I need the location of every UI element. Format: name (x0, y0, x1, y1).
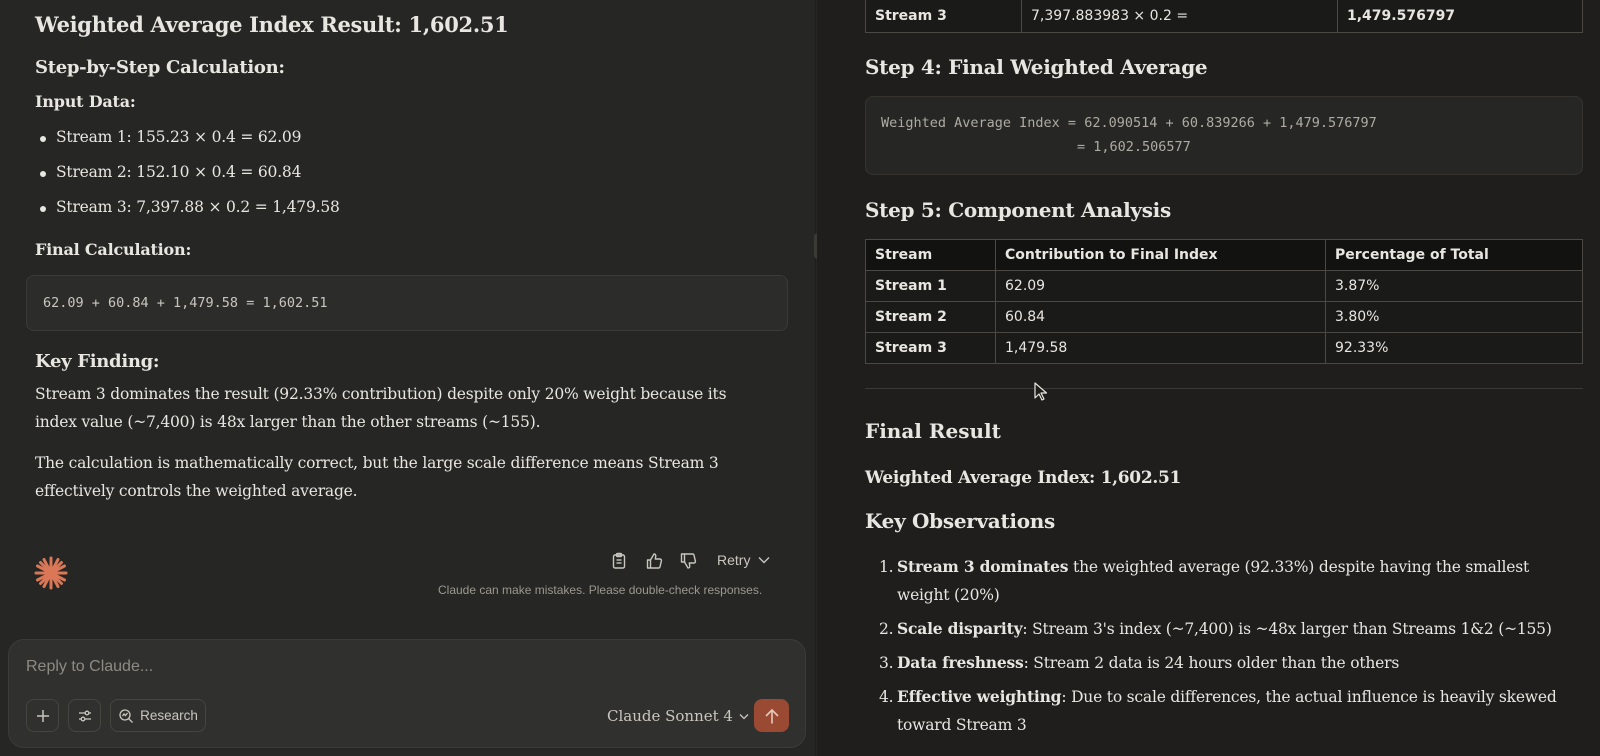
list-item: Stream 2: 152.10 × 0.4 = 60.84 (35, 163, 340, 198)
list-item: 4. Effective weighting: Due to scale diff… (867, 683, 1577, 739)
weighted-average-label: Weighted Average Index: 1,602.51 (865, 468, 1182, 488)
table-cell: Stream 3 (865, 0, 1022, 33)
table-cell: 3.80% (1325, 301, 1583, 333)
table-cell: Stream 3 (865, 332, 996, 364)
table-cell: 62.09 (995, 270, 1326, 302)
divider-line (865, 388, 1583, 389)
observations-heading: Key Observations (865, 509, 1055, 533)
final-result-heading: Final Result (865, 419, 1001, 443)
paragraph: The calculation is mathematically correc… (35, 454, 719, 500)
key-finding-heading: Key Finding: (35, 351, 160, 372)
table-cell: Stream 1 (865, 270, 996, 302)
retry-button[interactable]: Retry (717, 552, 770, 568)
pane-divider (815, 0, 816, 756)
research-icon (119, 708, 134, 723)
code-line: Weighted Average Index = 62.090514 + 60.… (881, 115, 1377, 131)
table-cell: 92.33% (1325, 332, 1583, 364)
column-header: Percentage of Total (1325, 239, 1583, 271)
research-button[interactable]: Research (110, 699, 206, 732)
list-item-bold: Stream 3 dominates (897, 557, 1069, 576)
list-item: Stream 3: 7,397.88 × 0.2 = 1,479.58 (35, 198, 340, 233)
list-number: 3. (879, 654, 894, 672)
column-header: Contribution to Final Index (995, 239, 1326, 271)
chevron-down-icon (739, 713, 749, 719)
claude-logo-icon (34, 556, 68, 590)
code-text: 62.09 + 60.84 + 1,479.58 = 1,602.51 (43, 295, 328, 311)
reply-composer: Reply to Claude... Research Claude Sonne… (8, 639, 806, 748)
list-item-bold: Scale disparity (897, 619, 1023, 638)
thumbs-down-icon[interactable] (677, 550, 699, 572)
list-number: 4. (879, 688, 894, 706)
step4-heading: Step 4: Final Weighted Average (865, 55, 1208, 79)
table-cell: 1,479.58 (995, 332, 1326, 364)
list-number: 1. (879, 558, 894, 576)
code-line: = 1,602.506577 (1077, 139, 1191, 155)
model-label: Claude Sonnet 4 (607, 707, 733, 725)
retry-label: Retry (717, 552, 751, 568)
list-item-bold: Data freshness (897, 653, 1024, 672)
list-item-text: : Stream 3's index (~7,400) is ~48x larg… (1022, 620, 1552, 638)
arrow-up-icon (765, 708, 778, 724)
sliders-icon (78, 710, 91, 721)
table-cell: 7,397.883983 × 0.2 = (1021, 0, 1338, 33)
plus-icon (36, 709, 49, 722)
step5-heading: Step 5: Component Analysis (865, 198, 1171, 222)
component-table: Stream Contribution to Final Index Perce… (865, 239, 1583, 364)
final-calc-heading: Final Calculation: (35, 240, 192, 259)
send-button[interactable] (754, 699, 789, 732)
model-selector[interactable]: Claude Sonnet 4 (607, 707, 749, 725)
list-item: 3. Data freshness: Stream 2 data is 24 ho… (867, 649, 1577, 677)
code-block: Weighted Average Index = 62.090514 + 60.… (865, 96, 1583, 175)
tools-button[interactable] (68, 699, 101, 732)
table-row: Stream 3 1,479.58 92.33% (865, 332, 1583, 364)
weighted-table: Stream 3 7,397.883983 × 0.2 = 1,479.5767… (865, 0, 1583, 33)
table-row: Stream 3 7,397.883983 × 0.2 = 1,479.5767… (865, 0, 1583, 33)
list-number: 2. (879, 620, 894, 638)
list-item-bold: Effective weighting (897, 687, 1062, 706)
list-item: Stream 1: 155.23 × 0.4 = 62.09 (35, 128, 340, 163)
table-cell: 60.84 (995, 301, 1326, 333)
input-list: Stream 1: 155.23 × 0.4 = 62.09 Stream 2:… (35, 128, 340, 233)
table-cell: 3.87% (1325, 270, 1583, 302)
observations-list: 1. Stream 3 dominates the weighted averag… (867, 553, 1577, 745)
clipboard-icon[interactable] (608, 550, 630, 572)
chevron-down-icon (758, 557, 770, 564)
table-row: Stream 1 62.09 3.87% (865, 270, 1583, 302)
table-cell: Stream 2 (865, 301, 996, 333)
chat-pane: Weighted Average Index Result: 1,602.51 … (0, 0, 815, 756)
table-row: Stream 2 60.84 3.80% (865, 301, 1583, 333)
input-heading: Input Data: (35, 92, 136, 111)
list-item: 2. Scale disparity: Stream 3's index (~7,… (867, 615, 1577, 643)
thumbs-up-icon[interactable] (643, 550, 665, 572)
table-header-row: Stream Contribution to Final Index Perce… (865, 239, 1583, 271)
list-item: 1. Stream 3 dominates the weighted averag… (867, 553, 1577, 609)
list-item-text: : Stream 2 data is 24 hours older than t… (1023, 654, 1400, 672)
add-button[interactable] (26, 699, 59, 732)
disclaimer-text: Claude can make mistakes. Please double-… (438, 583, 763, 597)
code-block: 62.09 + 60.84 + 1,479.58 = 1,602.51 (26, 275, 788, 331)
step-heading: Step-by-Step Calculation: (35, 57, 285, 78)
reply-input[interactable]: Reply to Claude... (26, 658, 153, 676)
mouse-cursor-icon (1034, 382, 1048, 401)
research-label: Research (140, 708, 198, 723)
table-cell: 1,479.576797 (1337, 0, 1583, 33)
result-title: Weighted Average Index Result: 1,602.51 (35, 12, 509, 37)
column-header: Stream (865, 239, 996, 271)
paragraph: Stream 3 dominates the result (92.33% co… (35, 385, 727, 431)
artifact-pane: Stream 3 7,397.883983 × 0.2 = 1,479.5767… (817, 0, 1600, 756)
